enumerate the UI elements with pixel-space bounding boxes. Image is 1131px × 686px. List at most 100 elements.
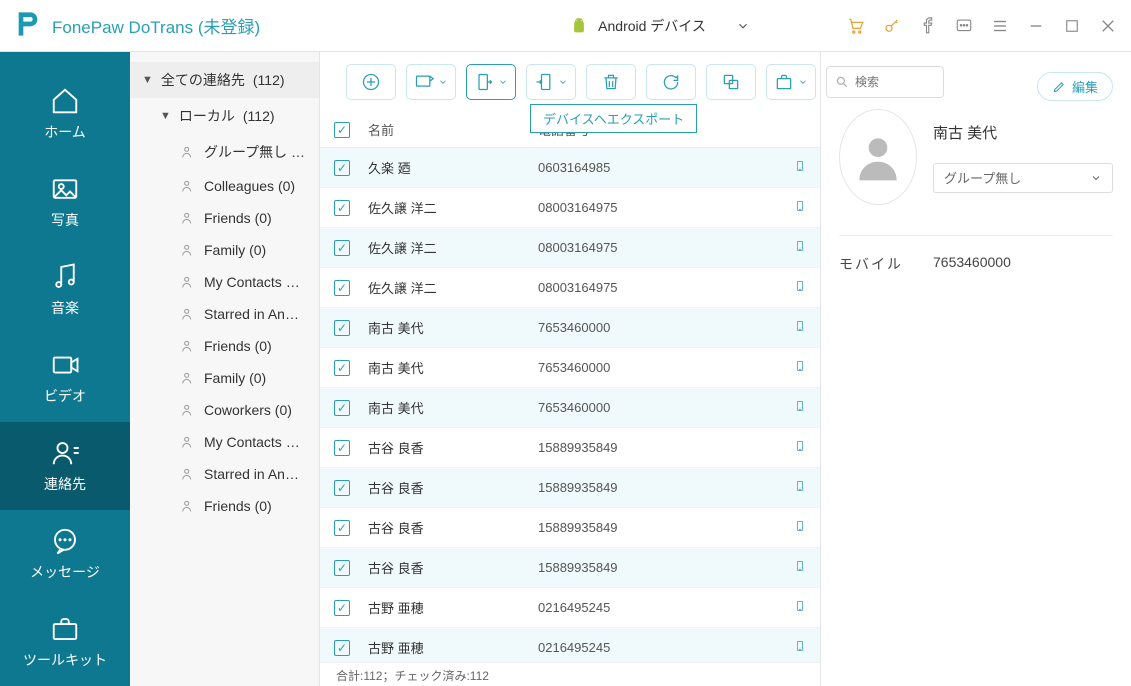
select-all-checkbox[interactable]: ✓	[334, 122, 350, 138]
group-item[interactable]: Friends (0)	[130, 490, 319, 522]
device-icon	[794, 398, 806, 414]
group-item[interactable]: Family (0)	[130, 234, 319, 266]
group-item[interactable]: Friends (0)	[130, 330, 319, 362]
person-icon	[180, 498, 196, 514]
sidebar-nav: ホーム 写真 音楽 ビデオ 連絡先 メッセージ	[0, 52, 130, 686]
table-row[interactable]: ✓ 久楽 廼 0603164985	[320, 148, 820, 188]
table-row[interactable]: ✓ 佐久譲 洋二 08003164975	[320, 228, 820, 268]
nav-music[interactable]: 音楽	[0, 246, 130, 334]
table-row[interactable]: ✓ 南古 美代 7653460000	[320, 348, 820, 388]
table-row[interactable]: ✓ 古野 亜穂 0216495245	[320, 628, 820, 662]
nav-videos-label: ビデオ	[44, 386, 86, 406]
nav-photos[interactable]: 写真	[0, 158, 130, 246]
row-checkbox[interactable]: ✓	[334, 440, 350, 456]
row-phone: 08003164975	[538, 280, 776, 295]
group-item[interactable]: Starred in An…	[130, 298, 319, 330]
nav-toolkit[interactable]: ツールキット	[0, 598, 130, 686]
table-row[interactable]: ✓ 南古 美代 7653460000	[320, 308, 820, 348]
row-checkbox[interactable]: ✓	[334, 200, 350, 216]
row-name: 古谷 良香	[368, 558, 538, 577]
group-all-label: 全ての連絡先	[161, 70, 245, 90]
feedback-icon[interactable]	[955, 17, 973, 35]
row-checkbox[interactable]: ✓	[334, 240, 350, 256]
group-local[interactable]: ▼ ローカル (112)	[130, 98, 319, 134]
avatar	[839, 109, 917, 205]
row-checkbox[interactable]: ✓	[334, 560, 350, 576]
row-phone: 15889935849	[538, 560, 776, 575]
row-phone: 0216495245	[538, 600, 776, 615]
app-logo-icon	[14, 10, 42, 41]
row-checkbox[interactable]: ✓	[334, 280, 350, 296]
search-field[interactable]	[855, 75, 935, 89]
row-name: 佐久譲 洋二	[368, 198, 538, 217]
close-icon[interactable]	[1099, 17, 1117, 35]
group-item[interactable]: グループ無し …	[130, 134, 319, 170]
cart-icon[interactable]	[847, 17, 865, 35]
person-icon	[180, 434, 196, 450]
table-row[interactable]: ✓ 古谷 良香 15889935849	[320, 428, 820, 468]
table-row[interactable]: ✓ 佐久譲 洋二 08003164975	[320, 188, 820, 228]
nav-contacts[interactable]: 連絡先	[0, 422, 130, 510]
chevron-down-icon	[1090, 172, 1102, 184]
refresh-button[interactable]	[646, 64, 696, 100]
chevron-down-icon	[438, 77, 448, 87]
menu-icon[interactable]	[991, 17, 1009, 35]
row-name: 南古 美代	[368, 358, 538, 377]
person-icon	[180, 274, 196, 290]
facebook-icon[interactable]	[919, 17, 937, 35]
maximize-icon[interactable]	[1063, 17, 1081, 35]
group-all[interactable]: ▼ 全ての連絡先 (112)	[130, 62, 319, 98]
device-icon	[794, 318, 806, 334]
export-device-button[interactable]	[466, 64, 516, 100]
column-name[interactable]: 名前	[368, 120, 538, 139]
minimize-icon[interactable]	[1027, 17, 1045, 35]
row-checkbox[interactable]: ✓	[334, 360, 350, 376]
group-item[interactable]: My Contacts …	[130, 266, 319, 298]
key-icon[interactable]	[883, 17, 901, 35]
group-item[interactable]: My Contacts …	[130, 426, 319, 458]
export-pc-button[interactable]	[406, 64, 456, 100]
add-button[interactable]	[346, 64, 396, 100]
table-row[interactable]: ✓ 南古 美代 7653460000	[320, 388, 820, 428]
group-item[interactable]: Starred in An…	[130, 458, 319, 490]
edit-button[interactable]: 編集	[1037, 72, 1113, 101]
group-item[interactable]: Friends (0)	[130, 202, 319, 234]
group-select[interactable]: グループ無し	[933, 163, 1113, 193]
import-device-button[interactable]	[526, 64, 576, 100]
row-name: 佐久譲 洋二	[368, 278, 538, 297]
app-title: FonePaw DoTrans (未登録)	[52, 13, 260, 38]
backup-button[interactable]	[766, 64, 816, 100]
device-icon	[794, 358, 806, 374]
row-phone: 15889935849	[538, 480, 776, 495]
nav-videos[interactable]: ビデオ	[0, 334, 130, 422]
table-row[interactable]: ✓ 古谷 良香 15889935849	[320, 508, 820, 548]
row-checkbox[interactable]: ✓	[334, 520, 350, 536]
search-input[interactable]	[826, 66, 944, 98]
group-item-label: Family (0)	[204, 370, 266, 386]
group-all-count: (112)	[253, 72, 285, 88]
row-checkbox[interactable]: ✓	[334, 160, 350, 176]
row-checkbox[interactable]: ✓	[334, 640, 350, 656]
group-item[interactable]: Colleagues (0)	[130, 170, 319, 202]
table-row[interactable]: ✓ 古谷 良香 15889935849	[320, 548, 820, 588]
row-phone: 08003164975	[538, 240, 776, 255]
group-item[interactable]: Family (0)	[130, 362, 319, 394]
contact-list-pane: デバイスヘエクスポート ✓ 名前 電話番号 ✓ 久楽 廼 0603164985 …	[320, 52, 821, 686]
phone-field-value: 7653460000	[933, 254, 1011, 274]
device-selector[interactable]: Android デバイス	[570, 16, 750, 36]
row-checkbox[interactable]: ✓	[334, 320, 350, 336]
dedupe-button[interactable]	[706, 64, 756, 100]
table-row[interactable]: ✓ 古野 亜穂 0216495245	[320, 588, 820, 628]
group-item[interactable]: Coworkers (0)	[130, 394, 319, 426]
row-checkbox[interactable]: ✓	[334, 480, 350, 496]
delete-button[interactable]	[586, 64, 636, 100]
row-name: 南古 美代	[368, 398, 538, 417]
nav-home[interactable]: ホーム	[0, 70, 130, 158]
row-checkbox[interactable]: ✓	[334, 600, 350, 616]
table-row[interactable]: ✓ 古谷 良香 15889935849	[320, 468, 820, 508]
row-checkbox[interactable]: ✓	[334, 400, 350, 416]
group-item-label: Coworkers (0)	[204, 402, 292, 418]
nav-messages[interactable]: メッセージ	[0, 510, 130, 598]
group-item-label: My Contacts …	[204, 274, 300, 290]
table-row[interactable]: ✓ 佐久譲 洋二 08003164975	[320, 268, 820, 308]
